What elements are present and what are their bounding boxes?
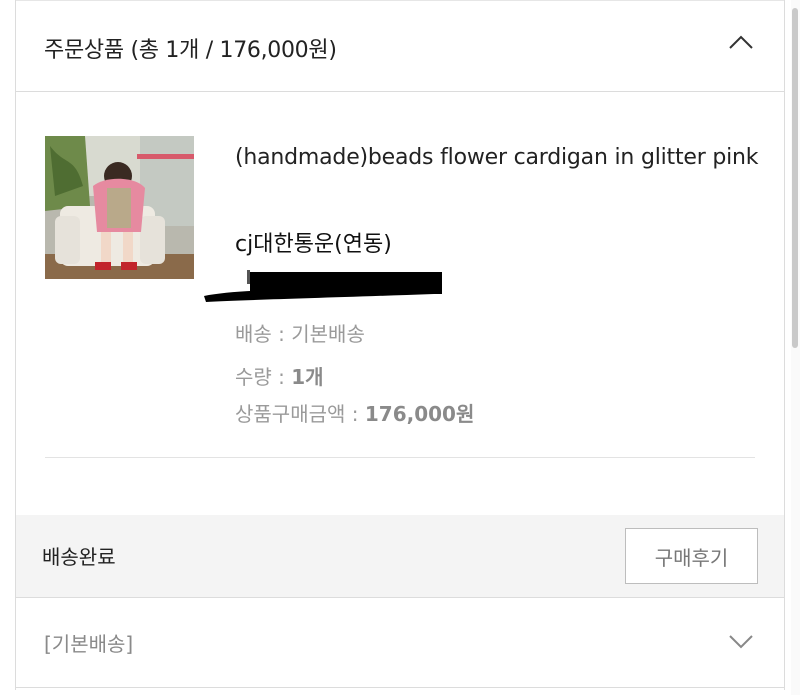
carrier-name: cj대한통운(연동) [235,232,392,257]
product-name[interactable]: (handmade)beads flower cardigan in glitt… [235,138,760,178]
price-value: 176,000원 [364,402,475,426]
quantity-row: 수량 : 1개 [235,361,324,390]
write-review-button[interactable]: 구매후기 [625,528,758,584]
order-header-title: 주문상품 (총 1개 / 176,000원) [44,38,337,63]
delivery-status-bar: 배송완료 구매후기 [16,515,784,598]
delivery-status: 배송완료 [42,545,116,569]
product-thumbnail[interactable] [45,136,194,279]
price-label: 상품구매금액 : [235,402,365,426]
scrollbar[interactable] [791,0,800,695]
quantity-label: 수량 : [235,365,292,389]
chevron-up-icon[interactable] [728,34,754,50]
divider [45,457,755,458]
shipping-group-label: [기본배송] [44,632,134,656]
chevron-down-icon[interactable] [728,634,754,650]
shipping-method: 배송 : 기본배송 [235,322,365,346]
redaction-mark [204,270,442,302]
price-row: 상품구매금액 : 176,000원 [235,398,474,427]
order-card: 주문상품 (총 1개 / 176,000원) (handmade)beads f… [15,0,785,690]
scrollbar-thumb[interactable] [792,8,798,348]
quantity-value: 1개 [291,365,324,389]
order-header[interactable]: 주문상품 (총 1개 / 176,000원) [16,0,784,92]
shipping-group-row[interactable]: [기본배송] [16,598,784,688]
